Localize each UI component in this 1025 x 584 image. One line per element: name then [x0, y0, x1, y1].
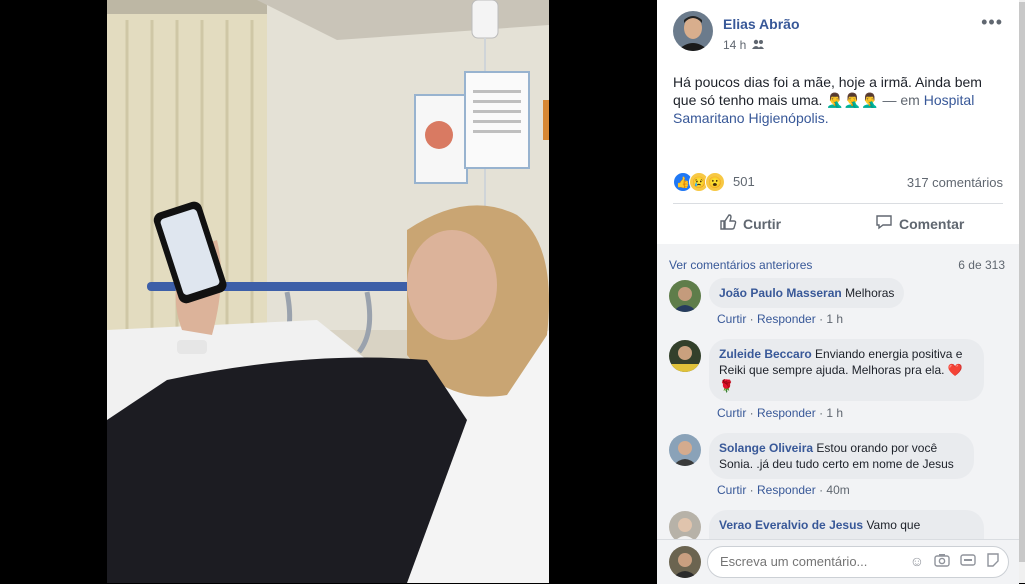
comment-like-link[interactable]: Curtir [717, 312, 746, 326]
comment-actions: Curtir · Responder · 1 h [717, 406, 844, 420]
friends-icon [752, 38, 765, 52]
scrollbar-thumb[interactable] [1019, 2, 1025, 562]
comment-actions: Curtir · Responder · 1 h [717, 312, 844, 326]
commenter-name[interactable]: Solange Oliveira [719, 441, 813, 455]
comment-time[interactable]: 1 h [826, 312, 843, 326]
comment-reply-link[interactable]: Responder [757, 483, 816, 497]
hospital-photo [107, 0, 549, 583]
commenter-name[interactable]: Zuleide Beccaro [719, 347, 812, 361]
photo-viewer [0, 0, 657, 583]
post-text: Há poucos dias foi a mãe, hoje a irmã. A… [673, 73, 993, 127]
comment-input[interactable] [718, 553, 892, 570]
previous-comments-link[interactable]: Ver comentários anteriores [669, 258, 812, 272]
comment-icon [875, 213, 893, 234]
comment-reply-link[interactable]: Responder [757, 312, 816, 326]
comment-bubble: João Paulo Masseran Melhoras [709, 278, 905, 308]
comment-time[interactable]: 1 h [826, 406, 843, 420]
post-time[interactable]: 14 h [723, 38, 746, 52]
comment-text: Vamo que [866, 518, 921, 532]
comment-bubble: Solange Oliveira Estou orando por você S… [709, 433, 974, 479]
post-author[interactable]: Elias Abrão [723, 16, 800, 32]
comments-section: Ver comentários anteriores 6 de 313 João… [657, 244, 1019, 539]
comment-composer: ☺ [657, 539, 1019, 584]
comment-reply-link[interactable]: Responder [757, 406, 816, 420]
comment-bubble: Verao Everalvio de Jesus Vamo que [709, 510, 984, 539]
current-user-avatar[interactable] [669, 546, 701, 578]
commenter-avatar[interactable] [669, 280, 701, 312]
commenter-avatar[interactable] [669, 340, 701, 372]
comment-text: Melhoras [845, 286, 895, 300]
comment-like-link[interactable]: Curtir [717, 406, 746, 420]
post-photo[interactable] [107, 0, 549, 583]
emoji-icon[interactable]: ☺ [910, 553, 924, 570]
reaction-icons[interactable]: 👍 😢 😮 [673, 172, 725, 192]
thumbs-up-icon [719, 213, 737, 234]
divider [673, 203, 1003, 204]
gif-icon[interactable] [960, 553, 976, 570]
comment-actions: Curtir · Responder · 40m [717, 483, 850, 497]
comment-like-link[interactable]: Curtir [717, 483, 746, 497]
wow-icon: 😮 [705, 172, 725, 192]
scrollbar[interactable] [1019, 0, 1025, 583]
like-button[interactable]: Curtir [719, 213, 781, 234]
reactions-row: 👍 😢 😮 501 317 comentários [673, 172, 1003, 192]
comment-time[interactable]: 40m [826, 483, 849, 497]
sticker-icon[interactable] [986, 553, 1000, 570]
post-meta: 14 h [723, 38, 765, 52]
comment-bubble: Zuleide Beccaro Enviando energia positiv… [709, 339, 984, 401]
camera-icon[interactable] [934, 553, 950, 570]
comment-button[interactable]: Comentar [875, 213, 964, 234]
comments-pager: 6 de 313 [958, 258, 1005, 272]
post-panel: Elias Abrão 14 h ••• Há poucos dias foi … [657, 0, 1019, 584]
like-label: Curtir [743, 215, 782, 232]
author-avatar[interactable] [673, 11, 713, 51]
more-options-icon[interactable]: ••• [981, 12, 1003, 33]
composer-icons: ☺ [910, 553, 1000, 570]
commenter-avatar[interactable] [669, 434, 701, 466]
commenter-name[interactable]: João Paulo Masseran [719, 286, 842, 300]
commenter-name[interactable]: Verao Everalvio de Jesus [719, 518, 863, 532]
comments-count[interactable]: 317 comentários [907, 175, 1003, 190]
reactions-count[interactable]: 501 [733, 174, 755, 189]
comment-label: Comentar [899, 215, 965, 232]
commenter-avatar[interactable] [669, 511, 701, 539]
comment-input-box[interactable]: ☺ [707, 546, 1009, 578]
post-text-em: — em [878, 92, 924, 108]
